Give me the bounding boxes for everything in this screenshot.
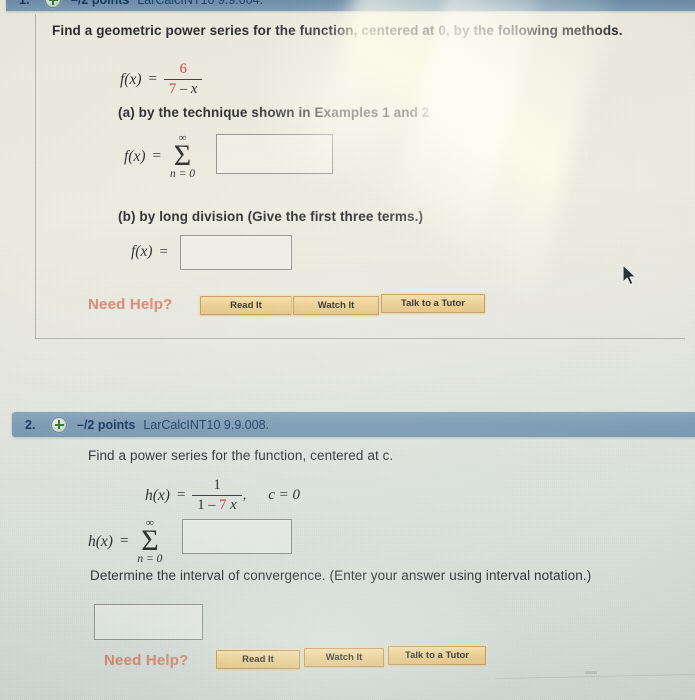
question-1-need-help-label: Need Help? bbox=[88, 296, 173, 313]
q1-den-minus: – bbox=[179, 80, 188, 97]
q1-numerator: 6 bbox=[179, 61, 187, 77]
q1a-summation: ∞ Σ n = 0 bbox=[170, 133, 195, 180]
question-2-center-condition: c = 0 bbox=[268, 487, 300, 504]
q2-fraction: 1 1 – 7 x bbox=[192, 477, 242, 514]
q2-den-one: 1 bbox=[197, 496, 205, 513]
q2-fn-label: h(x) bbox=[145, 486, 170, 504]
question-1-part-b-answer-input[interactable] bbox=[180, 235, 292, 270]
q1-fraction: 6 7 – x bbox=[163, 61, 203, 98]
question-1-function-definition: f(x) = 6 7 – x bbox=[120, 61, 203, 98]
question-2-reference: LarCalcINT10 9.9.008. bbox=[143, 417, 270, 432]
question-1-read-it-button[interactable]: Read It bbox=[200, 296, 292, 315]
question-1-prompt: Find a geometric power series for the fu… bbox=[52, 23, 623, 38]
question-1-part-a-answer-input[interactable] bbox=[216, 134, 333, 174]
question-2-talk-to-tutor-button[interactable]: Talk to a Tutor bbox=[388, 646, 486, 665]
question-1-part-a-equation: f(x) = ∞ Σ n = 0 bbox=[124, 133, 197, 180]
q1a-sigma-lower-limit: n = 0 bbox=[169, 167, 195, 180]
expand-plus-icon-2[interactable] bbox=[51, 416, 67, 433]
question-2-series-answer-input[interactable] bbox=[182, 519, 292, 554]
q1a-equals: = bbox=[152, 148, 161, 165]
q1b-equals: = bbox=[159, 243, 168, 260]
question-1-talk-to-tutor-button[interactable]: Talk to a Tutor bbox=[381, 294, 485, 313]
q1-den-var: x bbox=[190, 80, 198, 97]
q2-sigma-symbol: Σ bbox=[141, 524, 159, 557]
question-1-left-border bbox=[35, 14, 36, 339]
q2-den-minus: – bbox=[208, 496, 216, 513]
question-2-read-it-button[interactable]: Read It bbox=[216, 650, 300, 669]
question-2-need-help-label: Need Help? bbox=[104, 652, 189, 669]
q1a-fn-label: f(x) bbox=[124, 147, 146, 165]
mouse-pointer-icon bbox=[622, 264, 637, 286]
question-2-interval-answer-input[interactable] bbox=[94, 604, 203, 640]
q2-series-equals: = bbox=[119, 533, 129, 550]
question-2-interval-prompt: Determine the interval of convergence. (… bbox=[90, 568, 592, 583]
question-2-number: 2. bbox=[25, 417, 36, 432]
expand-plus-icon-1[interactable] bbox=[45, 0, 61, 8]
question-2-series-equation: h(x) = ∞ Σ n = 0 bbox=[88, 518, 164, 565]
q1-equals: = bbox=[148, 71, 157, 88]
q2-denominator: 1 – 7 x bbox=[192, 496, 241, 514]
question-2-header-bar: 2. –/2 points LarCalcINT10 9.9.008. bbox=[12, 412, 695, 437]
q2-den-var: x bbox=[230, 496, 237, 513]
q2-series-fn-label: h(x) bbox=[88, 532, 113, 550]
question-2-function-definition: h(x) = 1 1 – 7 x , c = 0 bbox=[145, 477, 300, 514]
q2-numerator: 1 bbox=[213, 477, 221, 493]
q1a-sigma-symbol: Σ bbox=[173, 139, 192, 172]
question-1-reference: LarCalcINT10 9.9.004. bbox=[137, 0, 264, 7]
dust-speck bbox=[585, 671, 597, 674]
question-1-part-a-text: (a) by the technique shown in Examples 1… bbox=[118, 105, 430, 120]
question-1-part-b-equation: f(x) = bbox=[131, 243, 175, 261]
q1-fn-label: f(x) bbox=[120, 70, 142, 88]
question-1-points: –/2 points bbox=[71, 0, 130, 7]
question-2-prompt: Find a power series for the function, ce… bbox=[88, 448, 394, 463]
page-content: 1. –/2 points LarCalcINT10 9.9.004. Find… bbox=[0, 0, 695, 700]
question-1-watch-it-button[interactable]: Watch It bbox=[293, 296, 379, 315]
question-1-header-bar: 1. –/2 points LarCalcINT10 9.9.004. bbox=[6, 0, 695, 11]
q2-summation: ∞ Σ n = 0 bbox=[137, 518, 162, 565]
q1b-fn-label: f(x) bbox=[131, 243, 153, 260]
q1-denominator: 7 – x bbox=[164, 80, 202, 98]
q2-comma: , bbox=[242, 487, 247, 503]
question-2-points: –/2 points bbox=[77, 417, 136, 432]
question-2-watch-it-button[interactable]: Watch It bbox=[304, 648, 384, 667]
question-1-part-b-text: (b) by long division (Give the first thr… bbox=[118, 209, 424, 224]
q2-den-coefficient: 7 bbox=[219, 496, 227, 513]
screen-photo: 1. –/2 points LarCalcINT10 9.9.004. Find… bbox=[0, 0, 695, 700]
question-1-number: 1. bbox=[19, 0, 30, 7]
question-1-bottom-border bbox=[35, 338, 685, 339]
q1-den-seven: 7 bbox=[168, 80, 177, 97]
q2-equals: = bbox=[176, 487, 186, 504]
q2-sigma-lower-limit: n = 0 bbox=[137, 552, 163, 565]
